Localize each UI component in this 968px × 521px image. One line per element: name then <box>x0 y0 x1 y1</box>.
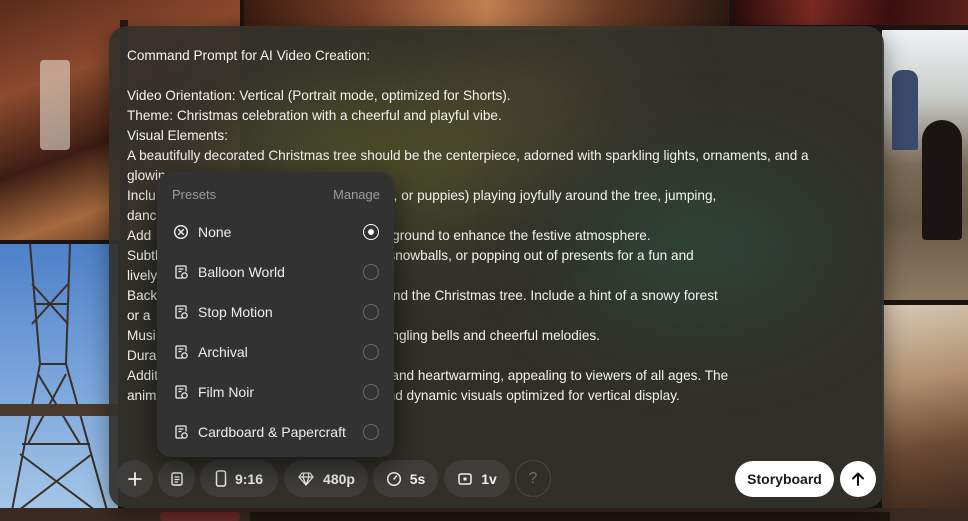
variations-value: 1v <box>481 470 497 487</box>
preset-item-label: Balloon World <box>198 264 285 280</box>
background-tile-eiffel-tower <box>0 244 118 521</box>
prompt-line <box>127 66 867 86</box>
prompt-line: Visual Elements: <box>127 128 228 143</box>
preset-radio[interactable] <box>363 384 379 400</box>
circle-x-icon <box>173 224 189 240</box>
preset-item-label: Cardboard & Papercraft <box>198 424 346 440</box>
preset-item-label: None <box>198 224 232 240</box>
manage-presets-link[interactable]: Manage <box>333 187 380 202</box>
preset-style-icon <box>173 344 189 360</box>
help-button[interactable]: ? <box>515 460 551 497</box>
clock-icon <box>386 471 401 486</box>
preset-style-icon <box>173 384 189 400</box>
duration-button[interactable]: 5s <box>373 460 438 497</box>
phone-portrait-icon <box>215 470 227 487</box>
background-strip-bottom <box>0 508 968 521</box>
prompt-line: Video Orientation: Vertical (Portrait mo… <box>127 88 511 103</box>
preset-item-none[interactable]: None <box>157 212 394 252</box>
aspect-ratio-value: 9:16 <box>234 470 264 487</box>
presets-menu: Presets Manage None Balloon World Stop Mot… <box>157 172 394 457</box>
preset-item-cardboard-and-papercraft[interactable]: Cardboard & Papercraft <box>157 412 394 452</box>
preset-style-icon <box>173 424 189 440</box>
preset-style-icon <box>173 304 189 320</box>
preset-item-stop-motion[interactable]: Stop Motion <box>157 292 394 332</box>
preset-item-label: Archival <box>198 344 248 360</box>
presets-title: Presets <box>172 187 217 202</box>
storyboard-button[interactable]: Storyboard <box>735 461 834 497</box>
prompt-line: Command Prompt for AI Video Creation: <box>127 48 371 63</box>
diamond-icon <box>298 471 314 486</box>
variations-icon <box>458 472 472 485</box>
preset-item-balloon-world[interactable]: Balloon World <box>157 252 394 292</box>
add-button[interactable] <box>116 460 153 497</box>
background-tile-street <box>882 30 968 300</box>
document-icon <box>170 471 183 486</box>
submit-button[interactable] <box>840 461 876 497</box>
prompt-line: Theme: Christmas celebration with a chee… <box>127 108 502 123</box>
preset-radio[interactable] <box>363 424 379 440</box>
variations-button[interactable]: 1v <box>444 460 510 497</box>
preset-radio[interactable] <box>363 344 379 360</box>
help-icon: ? <box>528 469 538 487</box>
background-tile-top-right <box>733 0 968 25</box>
storyboard-template-button[interactable] <box>158 460 195 497</box>
preset-item-archival[interactable]: Archival <box>157 332 394 372</box>
preset-item-label: Film Noir <box>198 384 254 400</box>
arrow-up-icon <box>852 472 864 486</box>
preset-item-label: Stop Motion <box>198 304 273 320</box>
preset-radio[interactable] <box>363 224 379 240</box>
resolution-value: 480p <box>323 470 355 487</box>
preset-item-film-noir[interactable]: Film Noir <box>157 372 394 412</box>
plus-icon <box>127 471 142 486</box>
preset-radio[interactable] <box>363 304 379 320</box>
background-tile-fur <box>882 305 968 521</box>
preset-radio[interactable] <box>363 264 379 280</box>
preset-style-icon <box>173 264 189 280</box>
aspect-ratio-button[interactable]: 9:16 <box>200 460 278 497</box>
resolution-button[interactable]: 480p <box>284 460 368 497</box>
duration-value: 5s <box>409 470 426 487</box>
eiffel-tower-image <box>0 244 118 521</box>
prompt-line: A beautifully decorated Christmas tree s… <box>127 148 809 163</box>
